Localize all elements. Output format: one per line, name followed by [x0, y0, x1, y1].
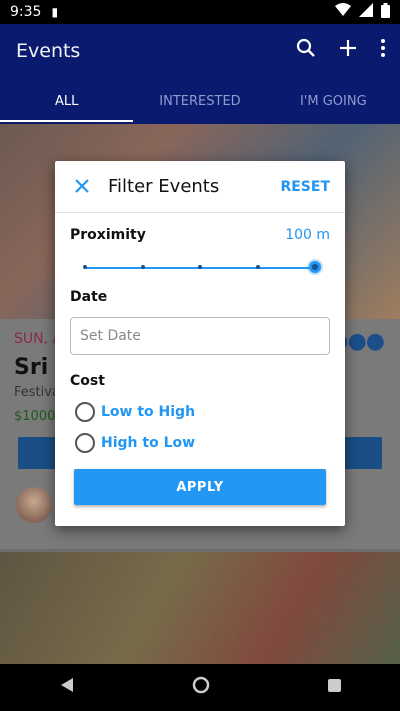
search-icon[interactable]: [296, 38, 316, 64]
radio-label: High to Low: [101, 435, 196, 451]
battery-icon: [381, 2, 390, 22]
app-bar: Events ALL INTERESTED I'M GOING: [0, 24, 400, 124]
event-price: $1000: [14, 409, 56, 424]
tab-interested[interactable]: INTERESTED: [133, 86, 266, 122]
cost-option-low-high[interactable]: Low to High: [75, 402, 195, 422]
slider-thumb[interactable]: [309, 261, 321, 273]
proximity-label: Proximity: [70, 227, 146, 243]
status-bar: 9:35 ▮: [0, 0, 400, 24]
radio-button[interactable]: [75, 433, 95, 453]
apply-button[interactable]: APPLY: [74, 469, 326, 505]
recents-icon[interactable]: [327, 677, 342, 698]
filter-dialog: Filter Events RESET Proximity 100 m Date…: [55, 161, 345, 526]
sd-card-icon: ▮: [51, 5, 59, 19]
system-nav-bar: [0, 664, 400, 711]
more-vert-icon[interactable]: [380, 38, 386, 64]
slider-tick: [198, 265, 202, 269]
proximity-value: 100 m: [285, 227, 330, 243]
back-icon[interactable]: [59, 677, 75, 698]
close-icon[interactable]: [71, 175, 93, 197]
tab-bar: ALL INTERESTED I'M GOING: [0, 86, 400, 122]
home-icon[interactable]: [192, 676, 210, 699]
event-category: Festiva: [14, 385, 60, 400]
date-label: Date: [70, 289, 108, 305]
wifi-icon: [335, 3, 351, 21]
slider-tick: [255, 265, 260, 269]
event-image-2: [0, 552, 400, 664]
signal-icon: [359, 3, 373, 21]
cost-option-high-low[interactable]: High to Low: [75, 433, 195, 453]
slider-tick: [83, 265, 87, 269]
date-input[interactable]: [70, 317, 330, 355]
tab-all[interactable]: ALL: [0, 86, 134, 122]
slider-tick: [140, 265, 145, 269]
dialog-header: Filter Events RESET: [55, 161, 345, 213]
cost-label: Cost: [70, 373, 105, 389]
avatar: [16, 487, 52, 523]
app-title: Events: [16, 40, 81, 62]
add-icon[interactable]: [338, 38, 358, 64]
tab-going[interactable]: I'M GOING: [267, 86, 400, 122]
status-time: 9:35: [10, 4, 42, 20]
radio-button[interactable]: [75, 402, 95, 422]
dialog-title: Filter Events: [108, 176, 220, 197]
radio-label: Low to High: [101, 404, 196, 420]
proximity-slider[interactable]: [83, 261, 321, 273]
reset-button[interactable]: RESET: [280, 179, 330, 195]
